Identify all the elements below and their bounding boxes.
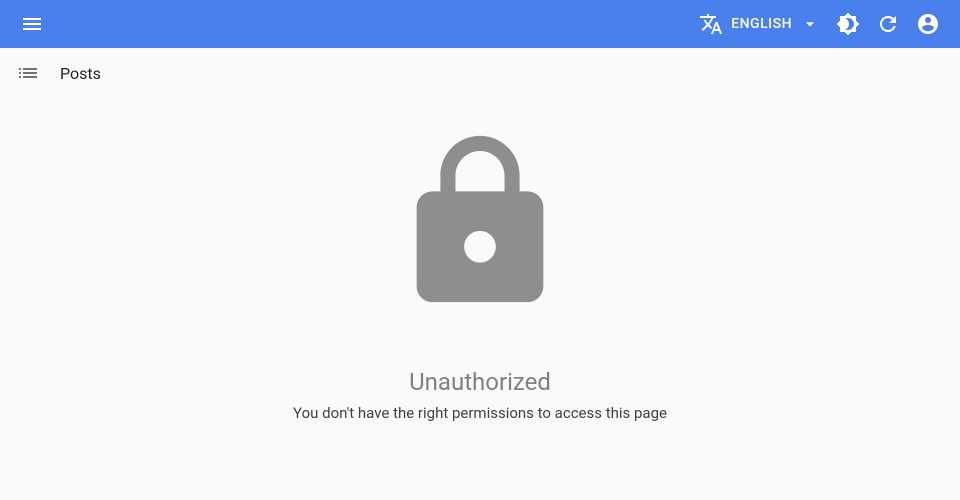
brightness-icon	[836, 12, 860, 36]
translate-icon	[699, 12, 723, 36]
error-message: You don't have the right permissions to …	[293, 404, 667, 422]
list-icon	[16, 61, 40, 85]
chevron-down-icon	[800, 14, 820, 34]
theme-toggle-button[interactable]	[828, 4, 868, 44]
breadcrumb: Posts	[0, 48, 960, 98]
menu-button[interactable]	[12, 4, 52, 44]
breadcrumb-title: Posts	[60, 64, 101, 83]
language-selector[interactable]: ENGLISH	[691, 4, 828, 44]
language-label: ENGLISH	[731, 16, 792, 32]
refresh-icon	[876, 12, 900, 36]
account-button[interactable]	[908, 4, 948, 44]
lock-icon	[385, 128, 575, 318]
refresh-button[interactable]	[868, 4, 908, 44]
hamburger-icon	[20, 12, 44, 36]
error-title: Unauthorized	[409, 368, 551, 396]
app-bar: ENGLISH	[0, 0, 960, 48]
account-circle-icon	[916, 12, 940, 36]
error-content: Unauthorized You don't have the right pe…	[0, 98, 960, 422]
